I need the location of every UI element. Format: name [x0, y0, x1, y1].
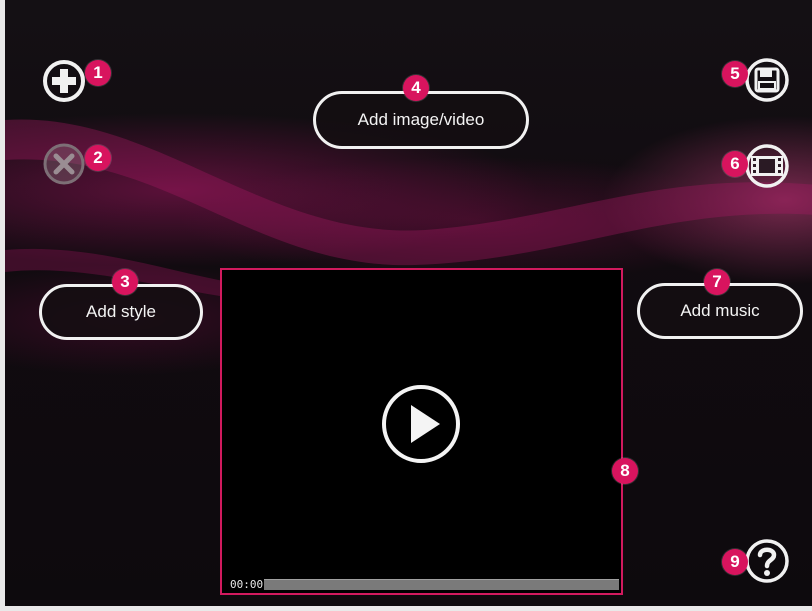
app-screen: 1 2 Add image/video 4 5 6 Add style 3 Ad… — [0, 0, 812, 611]
add-style-label: Add style — [86, 302, 156, 321]
play-button[interactable] — [380, 383, 462, 465]
help-button[interactable] — [743, 537, 791, 585]
film-button[interactable] — [743, 142, 791, 190]
play-icon — [382, 385, 460, 463]
callout-badge-6: 6 — [722, 151, 748, 177]
close-icon — [43, 143, 85, 185]
callout-badge-8: 8 — [612, 458, 638, 484]
plus-icon — [43, 60, 85, 102]
callout-badge-9: 9 — [722, 549, 748, 575]
callout-badge-5: 5 — [722, 61, 748, 87]
help-icon — [745, 539, 789, 583]
callout-badge-7: 7 — [704, 269, 730, 295]
add-item-button[interactable] — [41, 58, 87, 104]
playback-time: 00:00 — [230, 578, 264, 591]
callout-badge-4: 4 — [403, 75, 429, 101]
add-music-label: Add music — [680, 301, 760, 320]
film-strip-icon — [745, 144, 789, 188]
callout-badge-1: 1 — [85, 60, 111, 86]
video-preview[interactable]: 00:00 — [220, 268, 623, 595]
callout-badge-3: 3 — [112, 269, 138, 295]
add-image-video-label: Add image/video — [357, 110, 485, 129]
save-button[interactable] — [743, 56, 791, 104]
progress-bar[interactable] — [264, 579, 619, 590]
remove-item-button[interactable] — [41, 141, 87, 187]
floppy-disk-icon — [745, 58, 789, 102]
callout-badge-2: 2 — [85, 145, 111, 171]
